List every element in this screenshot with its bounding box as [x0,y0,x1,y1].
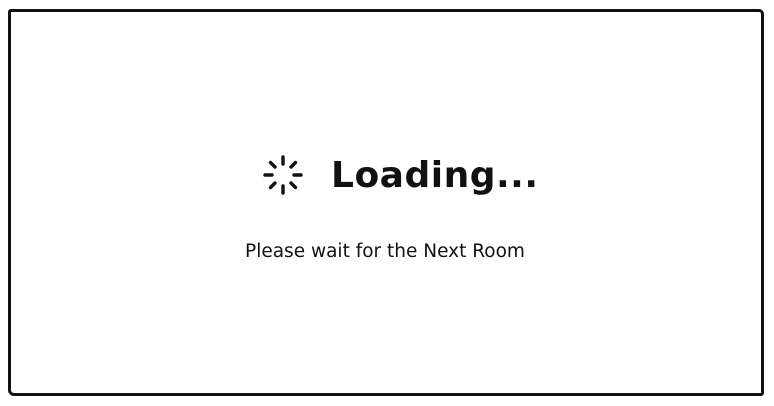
loading-title: Loading... [331,154,539,196]
loading-message: Please wait for the Next Room [245,241,525,262]
loading-indicator: Loading... [261,150,539,200]
loading-panel: Loading... Please wait for the Next Room [8,9,764,396]
spinner-icon [263,155,303,195]
